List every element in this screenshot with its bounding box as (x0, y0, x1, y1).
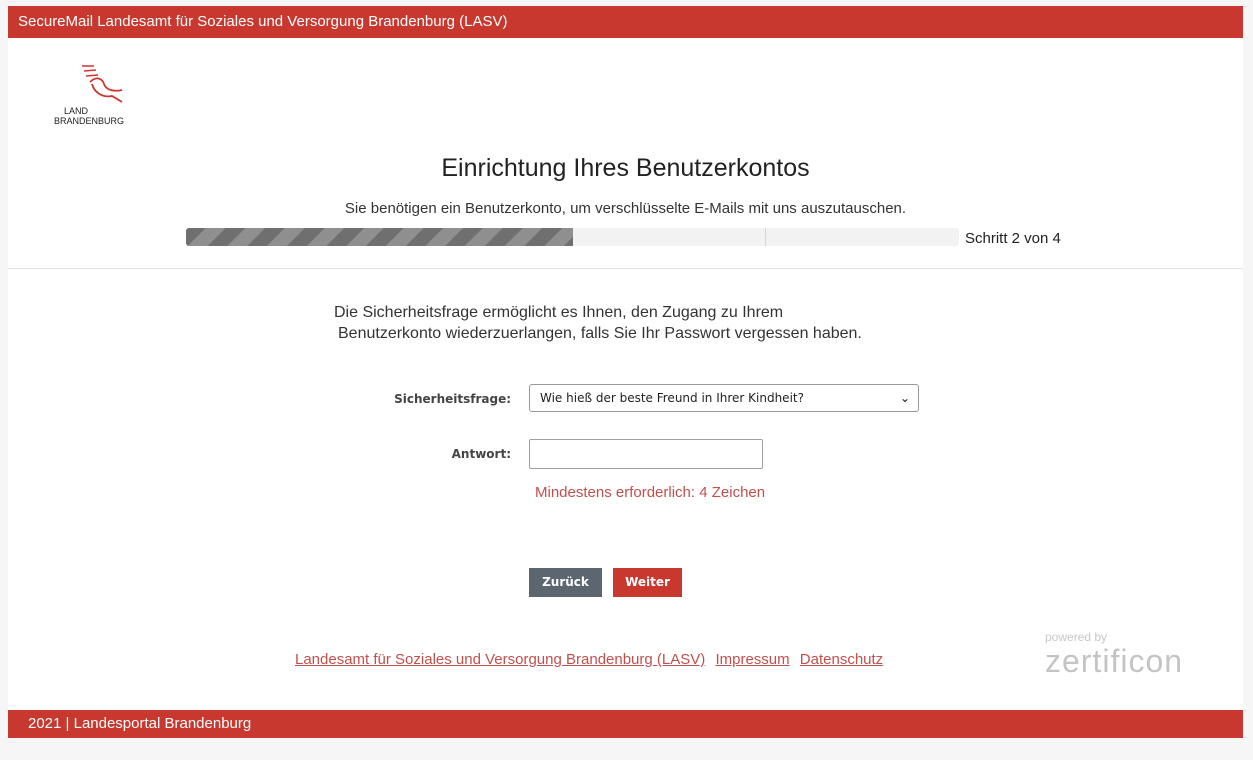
brandenburg-logo: LAND BRANDENBURG (54, 60, 154, 130)
progress-step-text: Schritt 2 von 4 (965, 230, 1061, 247)
answer-hint: Mindestens erforderlich: 4 Zeichen (535, 484, 766, 501)
footer-link-lasv[interactable]: Landesamt für Soziales und Versorgung Br… (295, 651, 705, 668)
answer-input[interactable] (529, 439, 763, 469)
progress-bar (186, 228, 959, 246)
page-title: Einrichtung Ihres Benutzerkontos (441, 154, 810, 182)
powered-by-logo: powered by zertificon (1045, 630, 1183, 678)
page-subtitle: Sie benötigen ein Benutzerkonto, um vers… (344, 200, 907, 217)
eagle-icon (82, 65, 123, 103)
footer-link-datenschutz[interactable]: Datenschutz (800, 651, 883, 668)
page-frame: SecureMail Landesamt für Soziales und Ve… (8, 6, 1243, 738)
progress-divider (765, 228, 766, 246)
answer-label: Antwort: (451, 447, 511, 461)
header-title: SecureMail Landesamt für Soziales und Ve… (18, 13, 508, 30)
zertificon-logo: zertificon (1045, 643, 1184, 679)
header-bar: SecureMail Landesamt für Soziales und Ve… (8, 6, 1243, 38)
intro-line-1: Die Sicherheitsfrage ermöglicht es Ihnen… (334, 304, 784, 321)
security-question-value: Wie hieß der beste Freund in Ihrer Kindh… (540, 391, 804, 405)
progress-fill (186, 228, 573, 246)
intro-line-2: Benutzerkonto wiederzuerlangen, falls Si… (338, 325, 862, 342)
security-question-label: Sicherheitsfrage: (394, 392, 511, 406)
footer-link-impressum[interactable]: Impressum (715, 651, 789, 668)
logo-text: LAND BRANDENBURG (54, 106, 125, 126)
chevron-down-icon: ⌄ (899, 391, 910, 405)
divider (8, 268, 1243, 269)
footer-bar: 2021 | Landesportal Brandenburg (8, 710, 1243, 738)
intro-text: Die Sicherheitsfrage ermöglicht es Ihnen… (334, 302, 954, 344)
next-button[interactable]: Weiter (613, 568, 682, 597)
security-question-select[interactable]: Wie hieß der beste Freund in Ihrer Kindh… (529, 384, 919, 412)
footer-bar-text: 2021 | Landesportal Brandenburg (28, 715, 252, 732)
footer-links: Landesamt für Soziales und Versorgung Br… (295, 651, 889, 668)
powered-by-text: powered by (1045, 630, 1108, 644)
back-button[interactable]: Zurück (529, 568, 602, 597)
